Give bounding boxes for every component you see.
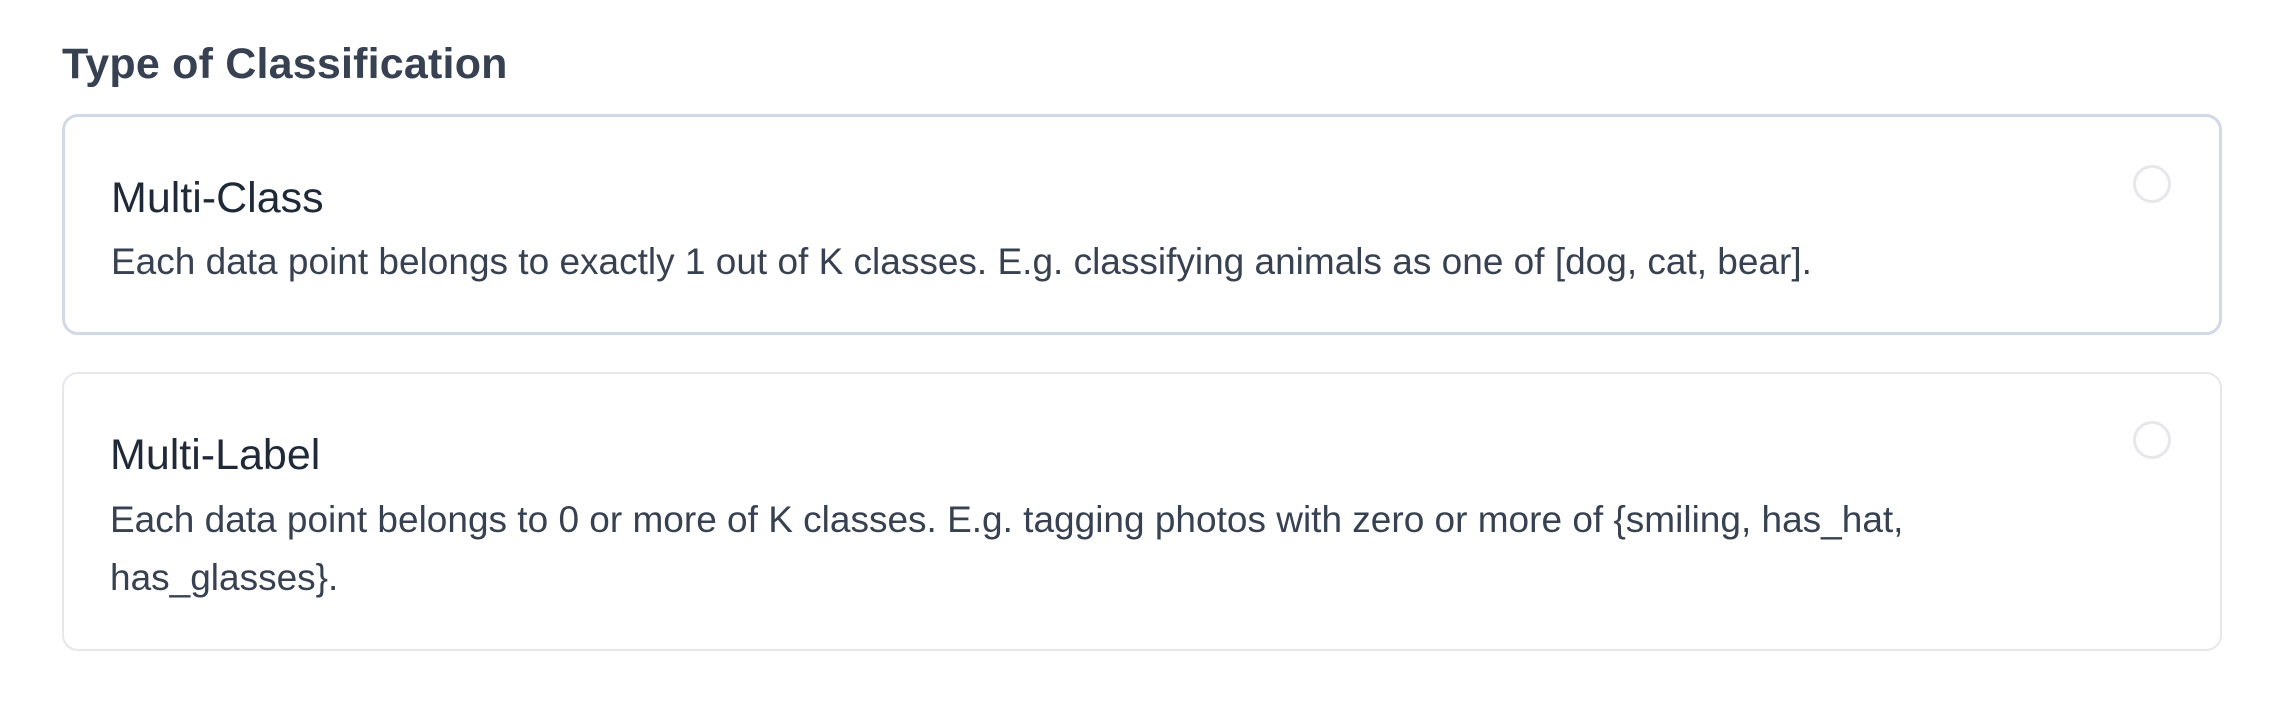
option-title: Multi-Class [111, 174, 324, 222]
radio-unselected-icon[interactable] [2133, 165, 2171, 203]
option-description: Each data point belongs to 0 or more of … [110, 499, 1904, 598]
option-card-multi-class[interactable]: Multi-Class Each data point belongs to e… [62, 114, 2222, 335]
option-description: Each data point belongs to exactly 1 out… [111, 241, 1812, 282]
section-title: Type of Classification [62, 40, 508, 88]
option-title: Multi-Label [110, 431, 321, 479]
radio-unselected-icon[interactable] [2133, 421, 2171, 459]
option-card-multi-label[interactable]: Multi-Label Each data point belongs to 0… [62, 372, 2222, 651]
